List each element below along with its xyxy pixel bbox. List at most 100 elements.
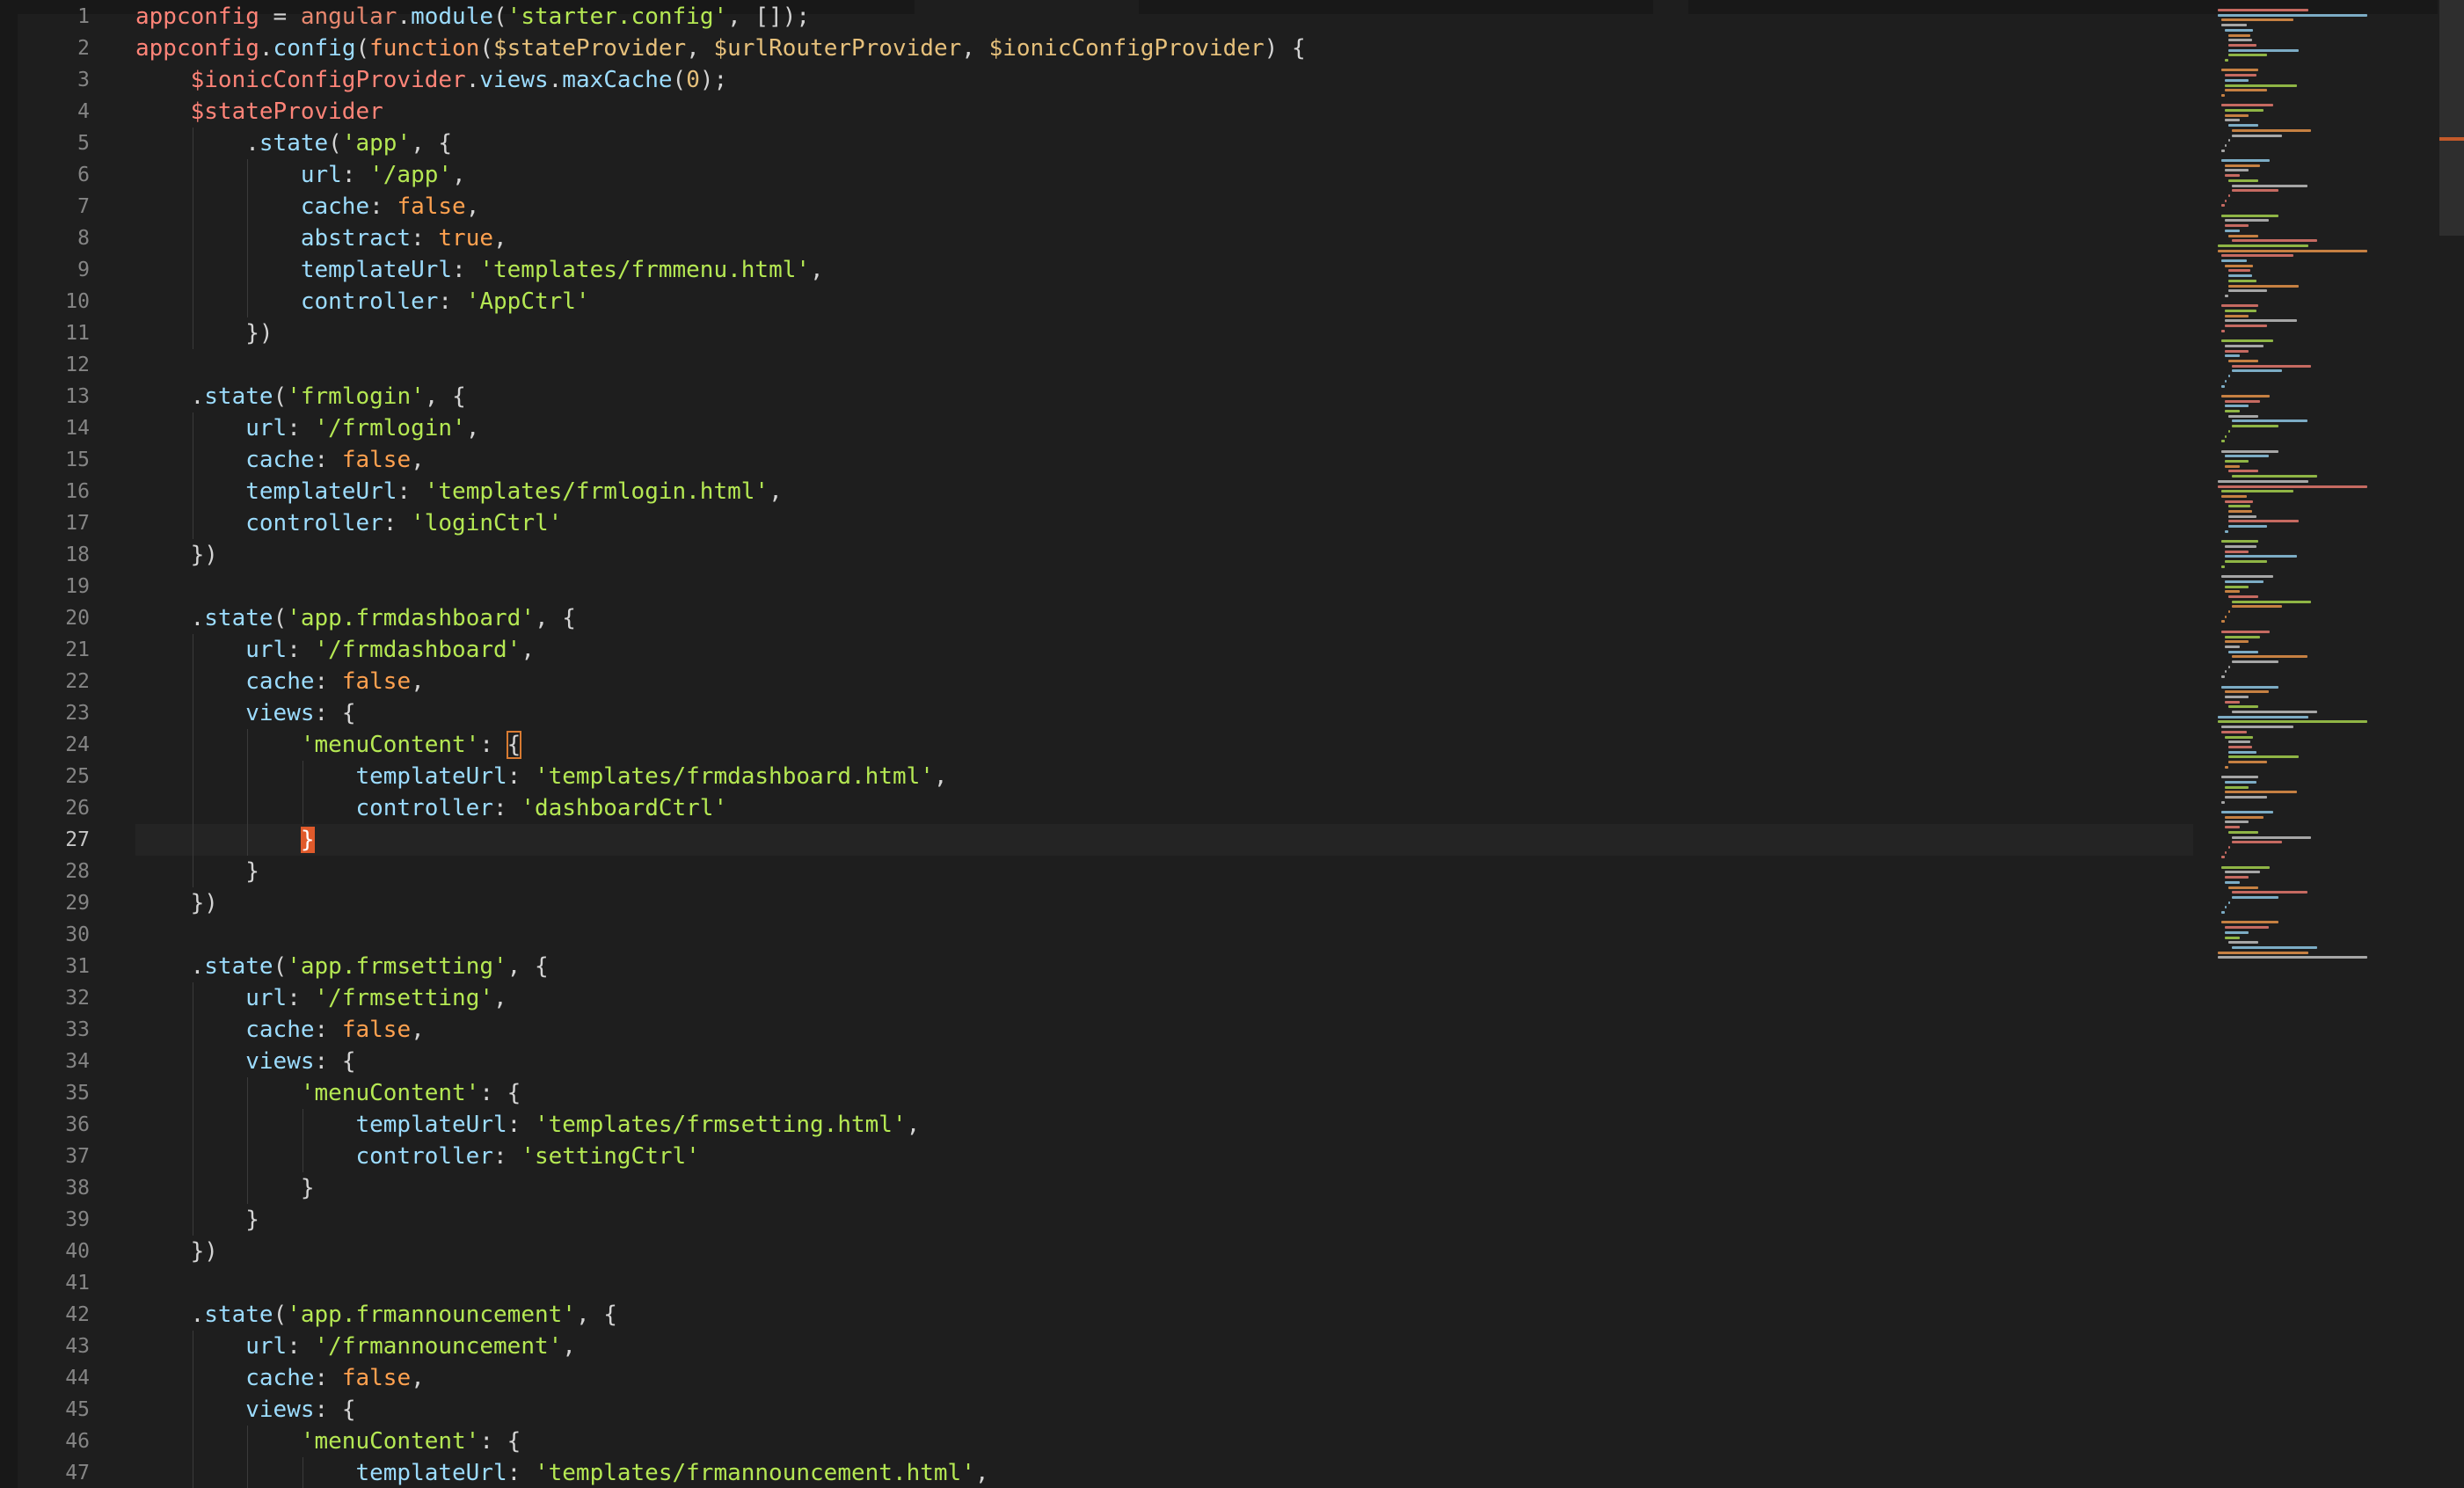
code-line[interactable]: .state('app.frmdashboard', { (135, 602, 2193, 634)
code-line[interactable]: cache: false, (135, 1362, 2193, 1394)
code-line[interactable]: } (135, 1204, 2193, 1236)
code-line[interactable]: controller: 'AppCtrl' (135, 286, 2193, 317)
line-number[interactable]: 16 (18, 476, 90, 507)
code-line[interactable]: 'menuContent': { (135, 1426, 2193, 1457)
line-number[interactable]: 1 (18, 1, 90, 33)
line-number[interactable]: 13 (18, 381, 90, 412)
line-number[interactable]: 2 (18, 33, 90, 64)
code-line[interactable]: }) (135, 1236, 2193, 1267)
line-number[interactable]: 30 (18, 919, 90, 951)
line-number-gutter[interactable]: 1 2 3 4 5 6 7 8 9 10 11 12 13 14 15 16 17 18 19 20 21 22 23 24 2… (18, 0, 114, 1488)
code-line[interactable]: url: '/frmannouncement', (135, 1331, 2193, 1362)
code-line[interactable]: $ionicConfigProvider.views.maxCache(0); (135, 64, 2193, 96)
code-line[interactable]: }) (135, 317, 2193, 349)
line-number[interactable]: 21 (18, 634, 90, 666)
line-number[interactable]: 3 (18, 64, 90, 96)
line-number[interactable]: 28 (18, 856, 90, 887)
line-number[interactable]: 36 (18, 1109, 90, 1141)
code-line[interactable]: } (135, 1172, 2193, 1204)
scrollbar-thumb[interactable] (2439, 0, 2464, 236)
code-line[interactable]: controller: 'loginCtrl' (135, 507, 2193, 539)
code-line[interactable]: controller: 'settingCtrl' (135, 1141, 2193, 1172)
code-line[interactable]: } (135, 856, 2193, 887)
line-number[interactable]: 42 (18, 1299, 90, 1331)
code-line[interactable]: url: '/frmlogin', (135, 412, 2193, 444)
line-number[interactable]: 37 (18, 1141, 90, 1172)
code-line[interactable] (135, 349, 2193, 381)
line-number[interactable]: 9 (18, 254, 90, 286)
line-number[interactable]: 17 (18, 507, 90, 539)
line-number[interactable]: 26 (18, 792, 90, 824)
code-line[interactable]: }) (135, 887, 2193, 919)
code-line[interactable]: cache: false, (135, 191, 2193, 222)
code-line[interactable]: views: { (135, 697, 2193, 729)
line-number[interactable]: 24 (18, 729, 90, 761)
minimap[interactable] (2216, 0, 2427, 1488)
code-line[interactable]: .state('app.frmannouncement', { (135, 1299, 2193, 1331)
line-number[interactable]: 29 (18, 887, 90, 919)
line-number[interactable]: 6 (18, 159, 90, 191)
line-number[interactable]: 39 (18, 1204, 90, 1236)
code-line[interactable]: } (135, 824, 2193, 856)
line-number[interactable]: 5 (18, 128, 90, 159)
line-number[interactable]: 40 (18, 1236, 90, 1267)
line-number[interactable]: 11 (18, 317, 90, 349)
line-number[interactable]: 35 (18, 1077, 90, 1109)
line-number[interactable]: 43 (18, 1331, 90, 1362)
line-number[interactable]: 23 (18, 697, 90, 729)
code-line[interactable]: appconfig = angular.module('starter.conf… (135, 1, 2193, 33)
line-number[interactable]: 31 (18, 951, 90, 982)
code-editor[interactable]: 1 2 3 4 5 6 7 8 9 10 11 12 13 14 15 16 17 18 19 20 21 22 23 24 2… (0, 0, 2464, 1488)
line-number[interactable]: 10 (18, 286, 90, 317)
code-line[interactable]: $stateProvider (135, 96, 2193, 128)
line-number[interactable]: 32 (18, 982, 90, 1014)
minimap-line (2225, 410, 2240, 412)
line-number[interactable]: 41 (18, 1267, 90, 1299)
line-number[interactable]: 18 (18, 539, 90, 571)
line-number[interactable]: 22 (18, 666, 90, 697)
line-number[interactable]: 38 (18, 1172, 90, 1204)
line-number[interactable]: 47 (18, 1457, 90, 1488)
code-line[interactable]: templateUrl: 'templates/frmannouncement.… (135, 1457, 2193, 1488)
code-line[interactable]: templateUrl: 'templates/frmsetting.html'… (135, 1109, 2193, 1141)
line-number[interactable]: 7 (18, 191, 90, 222)
code-line[interactable]: templateUrl: 'templates/frmdashboard.htm… (135, 761, 2193, 792)
code-line[interactable] (135, 571, 2193, 602)
code-line[interactable]: abstract: true, (135, 222, 2193, 254)
code-line[interactable]: url: '/frmdashboard', (135, 634, 2193, 666)
line-number[interactable]: 46 (18, 1426, 90, 1457)
line-number[interactable]: 15 (18, 444, 90, 476)
line-number[interactable]: 25 (18, 761, 90, 792)
code-line[interactable]: 'menuContent': { (135, 729, 2193, 761)
code-line[interactable]: 'menuContent': { (135, 1077, 2193, 1109)
line-number[interactable]: 20 (18, 602, 90, 634)
code-line[interactable]: cache: false, (135, 444, 2193, 476)
code-line[interactable]: .state('frmlogin', { (135, 381, 2193, 412)
line-number[interactable]: 34 (18, 1046, 90, 1077)
line-number[interactable]: 19 (18, 571, 90, 602)
code-line[interactable]: templateUrl: 'templates/frmmenu.html', (135, 254, 2193, 286)
line-number[interactable]: 14 (18, 412, 90, 444)
code-line[interactable]: url: '/frmsetting', (135, 982, 2193, 1014)
code-line[interactable]: views: { (135, 1394, 2193, 1426)
code-line[interactable]: templateUrl: 'templates/frmlogin.html', (135, 476, 2193, 507)
code-line[interactable] (135, 919, 2193, 951)
line-number[interactable]: 33 (18, 1014, 90, 1046)
line-number[interactable]: 45 (18, 1394, 90, 1426)
code-line[interactable]: url: '/app', (135, 159, 2193, 191)
line-number[interactable]: 8 (18, 222, 90, 254)
code-line[interactable]: cache: false, (135, 666, 2193, 697)
code-line[interactable]: views: { (135, 1046, 2193, 1077)
code-line[interactable]: controller: 'dashboardCtrl' (135, 792, 2193, 824)
line-number[interactable]: 4 (18, 96, 90, 128)
line-number[interactable]: 12 (18, 349, 90, 381)
code-area[interactable]: appconfig = angular.module('starter.conf… (135, 0, 2193, 1488)
code-line[interactable] (135, 1267, 2193, 1299)
code-line[interactable]: .state('app', { (135, 128, 2193, 159)
code-line[interactable]: cache: false, (135, 1014, 2193, 1046)
line-number[interactable]: 44 (18, 1362, 90, 1394)
line-number[interactable]: 27 (18, 824, 90, 856)
code-line[interactable]: .state('app.frmsetting', { (135, 951, 2193, 982)
code-line[interactable]: }) (135, 539, 2193, 571)
code-line[interactable]: appconfig.config(function($stateProvider… (135, 33, 2193, 64)
